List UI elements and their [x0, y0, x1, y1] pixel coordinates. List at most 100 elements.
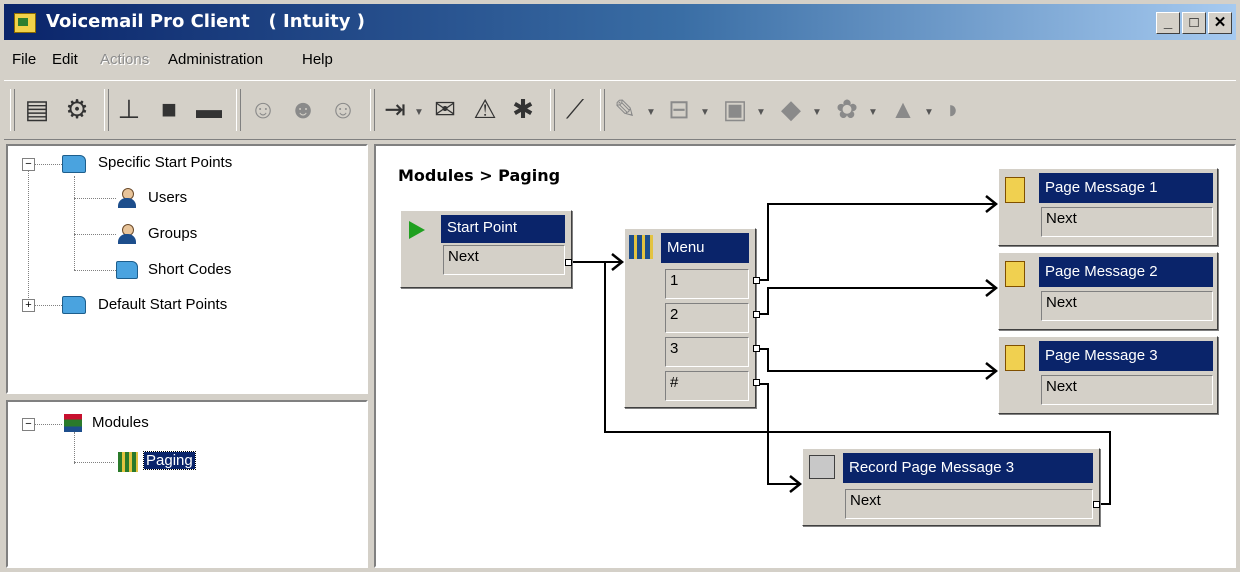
node-field-next[interactable]: Next: [845, 489, 1093, 519]
wire-menuhash-to-record: [756, 383, 800, 485]
call-flow-canvas[interactable]: Modules > Paging Start Point Next Menu 1…: [374, 144, 1236, 568]
toolbar-separator: [550, 89, 555, 131]
more-action-icon[interactable]: ◗: [938, 95, 968, 123]
connector-handle[interactable]: [1093, 501, 1100, 508]
menu-help[interactable]: Help: [302, 51, 333, 68]
condition-action-icon[interactable]: ◆: [776, 95, 806, 123]
tree-item-modules[interactable]: Modules: [92, 414, 149, 431]
node-title: Record Page Message 3: [843, 453, 1093, 483]
general-action-icon[interactable]: ⇥: [380, 95, 410, 123]
maximize-button[interactable]: □: [1182, 12, 1206, 34]
menu-grid-icon: [629, 235, 653, 259]
save-icon[interactable]: ▤: [22, 95, 52, 123]
title-bar[interactable]: Voicemail Pro Client ( Intuity ) _ □ ✕: [4, 4, 1236, 40]
alert-action-icon[interactable]: ▲: [888, 95, 918, 123]
start-points-tree[interactable]: − Specific Start Points Users Groups Sho…: [6, 144, 368, 394]
minimize-button[interactable]: _: [1156, 12, 1180, 34]
expand-default-start-points[interactable]: +: [22, 299, 35, 312]
dropdown-arrow-icon[interactable]: ▼: [646, 107, 656, 118]
tree-item-specific-start-points[interactable]: Specific Start Points: [98, 154, 232, 171]
user-delete-icon[interactable]: ☺: [328, 95, 358, 123]
folder-icon: [62, 155, 86, 173]
wire-menu2-to-page2: [756, 287, 996, 315]
node-field-next[interactable]: Next: [1041, 207, 1213, 237]
wire-menu1-to-page1: [756, 203, 996, 281]
collapse-specific-start-points[interactable]: −: [22, 158, 35, 171]
connector-handle[interactable]: [753, 345, 760, 352]
add-icon[interactable]: ⊥: [114, 95, 144, 123]
node-page-message-2[interactable]: Page Message 2 Next: [998, 252, 1218, 330]
telephony-icon[interactable]: ✱: [508, 95, 538, 123]
tree-line: [34, 164, 62, 165]
menu-actions[interactable]: Actions: [100, 51, 149, 68]
tree-item-default-start-points[interactable]: Default Start Points: [98, 296, 227, 313]
node-title: Start Point: [441, 215, 565, 243]
node-field-next[interactable]: Next: [1041, 291, 1213, 321]
node-field-2[interactable]: 2: [665, 303, 749, 333]
dropdown-arrow-icon[interactable]: ▼: [700, 107, 710, 118]
arrow-record: [789, 475, 803, 493]
user-move-icon[interactable]: ☻: [288, 95, 318, 123]
menu-edit[interactable]: Edit: [52, 51, 78, 68]
connection-icon[interactable]: ⟋: [560, 95, 590, 123]
dropdown-arrow-icon[interactable]: ▼: [812, 107, 822, 118]
node-page-message-3[interactable]: Page Message 3 Next: [998, 336, 1218, 414]
connector-handle[interactable]: [753, 379, 760, 386]
menu-bar: File Edit Actions Administration Help: [4, 44, 1236, 74]
toolbar-separator: [370, 89, 375, 131]
close-button[interactable]: ✕: [1208, 12, 1232, 34]
toolbar: ▤ ⚙ ⊥ ■ ▬ ☺ ☻ ☺ ⇥ ▼ ✉ ⚠ ✱ ⟋ ✎ ▼ ⊟ ▼ ▣ ▼ …: [4, 80, 1236, 140]
settings-icon[interactable]: ⚙: [62, 95, 92, 123]
window-title: Voicemail Pro Client ( Intuity ): [46, 11, 365, 32]
node-field-3[interactable]: 3: [665, 337, 749, 367]
toolbar-separator: [600, 89, 605, 131]
configuration-icon[interactable]: ⚠: [470, 95, 500, 123]
node-field-1[interactable]: 1: [665, 269, 749, 299]
modules-tree[interactable]: − Modules Paging: [6, 400, 368, 568]
dropdown-arrow-icon[interactable]: ▼: [868, 107, 878, 118]
node-record-page-message-3[interactable]: Record Page Message 3 Next: [802, 448, 1100, 526]
page-message-icon: [1005, 345, 1025, 371]
text-action-icon[interactable]: ✿: [832, 95, 862, 123]
play-icon: [409, 221, 425, 239]
dropdown-arrow-icon[interactable]: ▼: [756, 107, 766, 118]
node-page-message-1[interactable]: Page Message 1 Next: [998, 168, 1218, 246]
connector-handle[interactable]: [565, 259, 572, 266]
user-icon[interactable]: ☺: [248, 95, 278, 123]
tree-item-users[interactable]: Users: [148, 189, 187, 206]
record-icon: [809, 455, 835, 479]
node-field-next[interactable]: Next: [443, 245, 565, 275]
queue-action-icon[interactable]: ▣: [720, 95, 750, 123]
tree-line: [74, 270, 116, 271]
wire-menu3-to-page3: [756, 348, 996, 372]
collapse-modules[interactable]: −: [22, 418, 35, 431]
tree-line: [74, 176, 75, 270]
node-field-next[interactable]: Next: [1041, 375, 1213, 405]
connector-handle[interactable]: [753, 277, 760, 284]
mailbox-action-icon[interactable]: ✉: [430, 95, 460, 123]
arrow-page3: [985, 362, 999, 380]
node-title: Page Message 1: [1039, 173, 1213, 203]
dropdown-arrow-icon[interactable]: ▼: [414, 107, 424, 118]
misc-action-icon[interactable]: ✎: [610, 95, 640, 123]
database-action-icon[interactable]: ⊟: [664, 95, 694, 123]
tree-line: [74, 198, 116, 199]
node-start-point[interactable]: Start Point Next: [400, 210, 572, 288]
app-icon: [14, 13, 36, 33]
groups-icon: [116, 224, 138, 244]
connector-handle[interactable]: [753, 311, 760, 318]
arrow-page1: [985, 195, 999, 213]
menu-file[interactable]: File: [12, 51, 36, 68]
tree-item-short-codes[interactable]: Short Codes: [148, 261, 231, 278]
copy-icon[interactable]: ■: [154, 95, 184, 123]
paste-icon[interactable]: ▬: [194, 95, 224, 123]
tree-line: [34, 424, 62, 425]
menu-administration[interactable]: Administration: [168, 51, 263, 68]
tree-line: [74, 234, 116, 235]
node-field-hash[interactable]: #: [665, 371, 749, 401]
dropdown-arrow-icon[interactable]: ▼: [924, 107, 934, 118]
tree-item-paging[interactable]: Paging: [143, 451, 196, 470]
node-menu[interactable]: Menu 1 2 3 #: [624, 228, 760, 408]
tree-item-groups[interactable]: Groups: [148, 225, 197, 242]
tree-line: [28, 170, 29, 306]
